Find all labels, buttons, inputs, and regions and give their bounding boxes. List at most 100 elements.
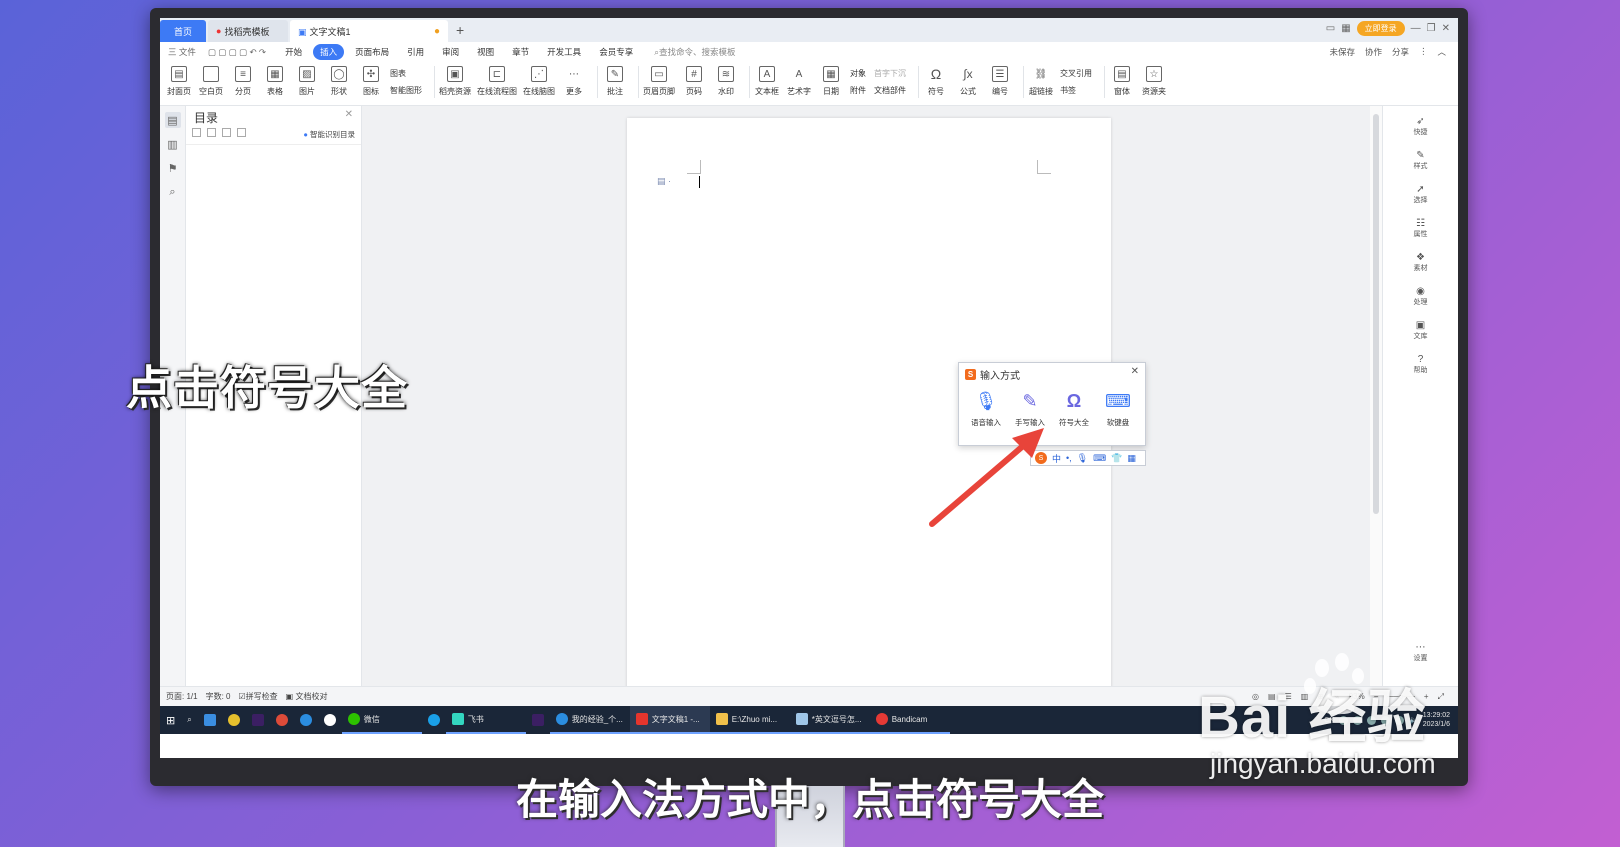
ribbon-more-button[interactable]: ⋯ 更多 [561, 66, 587, 97]
spell-check[interactable]: ☑拼写检查 [238, 691, 277, 702]
ribbon-bookmark-button[interactable]: 书签 [1060, 85, 1092, 96]
ribbon-wordart-button[interactable]: A 艺术字 [786, 66, 812, 97]
ribbon-watermark-button[interactable]: ≋ 水印 [713, 66, 739, 97]
ribbon-date-button[interactable]: ▦ 日期 [818, 66, 844, 97]
microphone-icon[interactable]: 🎙 [1077, 453, 1088, 464]
tab-document[interactable]: ▣ 文字文稿1 ● [290, 20, 448, 42]
ribbon-mindmap-button[interactable]: ⋰ 在线脑图 [523, 66, 555, 97]
menu-item[interactable]: 引用 [400, 44, 431, 60]
taskbar-app[interactable] [222, 706, 246, 734]
taskbar-app[interactable] [246, 706, 270, 734]
menu-item[interactable]: 视图 [470, 44, 501, 60]
close-icon[interactable]: ✕ [345, 109, 353, 120]
ribbon-break-button[interactable]: ≡ 分页 [230, 66, 256, 97]
proofread[interactable]: ▣ 文档校对 [286, 691, 328, 702]
toc-nav-icon[interactable]: ▤ [164, 112, 181, 128]
tab-template[interactable]: ● 找稻壳模板 [208, 20, 288, 42]
taskbar-browser-window[interactable]: 我的经验_个... [549, 706, 630, 734]
ribbon-smartart-button[interactable]: 智能图形 [390, 85, 422, 96]
rp-process[interactable]: ◉ 处理 [1383, 286, 1458, 310]
page-count[interactable]: 页面: 1/1 [166, 691, 198, 702]
ribbon-pagenum-button[interactable]: # 页码 [681, 66, 707, 97]
chapter-nav-icon[interactable]: ▥ [165, 136, 181, 152]
share-button[interactable]: 分享 [1392, 46, 1409, 58]
search-button[interactable]: ⌕ [181, 706, 197, 734]
ribbon-table-button[interactable]: ▦ 表格 [262, 66, 288, 97]
menu-item[interactable]: 会员专享 [592, 44, 640, 60]
ribbon-chart-button[interactable]: 图表 [390, 68, 422, 79]
collapse-ribbon-icon[interactable]: ︿ [1437, 46, 1446, 58]
rp-properties[interactable]: ☷ 属性 [1383, 218, 1458, 242]
menu-item[interactable]: 开发工具 [540, 44, 588, 60]
word-count[interactable]: 字数: 0 [206, 691, 231, 702]
rp-style[interactable]: ✎ 样式 [1383, 150, 1458, 174]
unsaved-button[interactable]: 未保存 [1329, 46, 1355, 58]
rp-help[interactable]: ? 帮助 [1383, 354, 1458, 378]
more-icon[interactable]: ⋮ [1419, 46, 1428, 58]
ribbon-dropcap-button[interactable]: 首字下沉 [874, 68, 906, 79]
ribbon-form-button[interactable]: ▤ 窗体 [1109, 66, 1135, 97]
taskbar-app[interactable] [318, 706, 342, 734]
toc-remove-button[interactable] [237, 128, 246, 137]
symbol-collection-option[interactable]: Ω 符号大全 [1055, 391, 1093, 428]
close-icon[interactable]: ✕ [1442, 23, 1450, 34]
ribbon-cover-button[interactable]: ▤ 封面页 [166, 66, 192, 97]
restore-icon[interactable]: ❐ [1427, 23, 1436, 34]
ribbon-header-button[interactable]: ▭ 页眉页脚 [643, 66, 675, 97]
keyboard-icon[interactable]: ⌨ [1093, 453, 1106, 464]
quick-access-icons[interactable]: ▢ ▢ ▢ ▢ ↶ ↷ [208, 47, 266, 58]
fullscreen-icon[interactable]: ⤢ [1438, 692, 1444, 702]
taskbar-wechat[interactable]: 微信 [341, 706, 422, 734]
ribbon-crossref-button[interactable]: 交叉引用 [1060, 68, 1092, 79]
scrollbar-thumb[interactable] [1373, 114, 1379, 514]
command-search[interactable]: ⌕查找命令、搜索模板 [654, 46, 735, 58]
grid-icon[interactable]: ▦ [1341, 23, 1350, 34]
ribbon-formula-button[interactable]: ∫x 公式 [955, 66, 981, 97]
ribbon-shape-button[interactable]: ◯ 形状 [326, 66, 352, 97]
vertical-scrollbar[interactable] [1370, 106, 1382, 686]
file-menu[interactable]: 三 文件 [168, 46, 196, 58]
bookmark-icon[interactable]: ⚑ [165, 160, 181, 176]
menu-item[interactable]: 审阅 [435, 44, 466, 60]
taskbar-app[interactable] [422, 706, 446, 734]
ribbon-picture-button[interactable]: ▨ 图片 [294, 66, 320, 97]
taskbar-feishu[interactable]: 飞书 [445, 706, 526, 734]
taskbar-bandicam[interactable]: Bandicam [869, 706, 950, 734]
ribbon-numbering-button[interactable]: ☰ 编号 [987, 66, 1013, 97]
toolbox-icon[interactable]: ▦ [1127, 453, 1136, 464]
menu-item[interactable]: 开始 [278, 44, 309, 60]
rp-select[interactable]: ➚ 选择 [1383, 184, 1458, 208]
taskbar-app[interactable] [526, 706, 550, 734]
ribbon-resource-button[interactable]: ☆ 资源夹 [1141, 66, 1167, 97]
menu-item-active[interactable]: 插入 [313, 44, 345, 60]
start-button[interactable]: ⊞ [160, 706, 181, 734]
rp-library[interactable]: ▣ 文库 [1383, 320, 1458, 344]
soft-keyboard-option[interactable]: ⌨ 软键盘 [1099, 391, 1137, 428]
smart-toc-button[interactable]: ● 智能识别目录 [303, 129, 355, 140]
tab-home[interactable]: 首页 [160, 20, 206, 42]
toc-add-button[interactable] [222, 128, 231, 137]
toc-expand-button[interactable] [192, 128, 201, 137]
ribbon-flowchart-button[interactable]: ⊏ 在线流程图 [477, 66, 517, 97]
menu-item[interactable]: 页面布局 [348, 44, 396, 60]
search-icon[interactable]: ⌕ [165, 184, 181, 200]
collab-button[interactable]: 协作 [1365, 46, 1382, 58]
ribbon-attachment-button[interactable]: 附件 [850, 85, 866, 96]
close-icon[interactable]: ✕ [1131, 366, 1139, 377]
taskbar-notepad[interactable]: *英文逗号怎... [789, 706, 870, 734]
login-button[interactable]: 立即登录 [1356, 21, 1405, 36]
rp-shortcut[interactable]: ➶ 快捷 [1383, 116, 1458, 140]
taskbar-app[interactable] [198, 706, 222, 734]
ribbon-blank-button[interactable]: 空白页 [198, 66, 224, 97]
taskbar-app[interactable] [294, 706, 318, 734]
new-tab-plus-icon[interactable]: + [456, 22, 464, 38]
menu-item[interactable]: 章节 [505, 44, 536, 60]
rp-settings[interactable]: ⋯ 设置 [1383, 642, 1458, 666]
rp-material[interactable]: ❖ 素材 [1383, 252, 1458, 276]
ribbon-comment-button[interactable]: ✎ 批注 [602, 66, 628, 97]
punctuation-icon[interactable]: •, [1066, 453, 1072, 463]
taskbar-wps[interactable]: 文字文稿1 -... [629, 706, 710, 734]
window-layout-icon[interactable]: ▭ [1326, 23, 1335, 34]
ribbon-docparts-button[interactable]: 文档部件 [874, 85, 906, 96]
ribbon-symbol-button[interactable]: Ω 符号 [923, 66, 949, 97]
